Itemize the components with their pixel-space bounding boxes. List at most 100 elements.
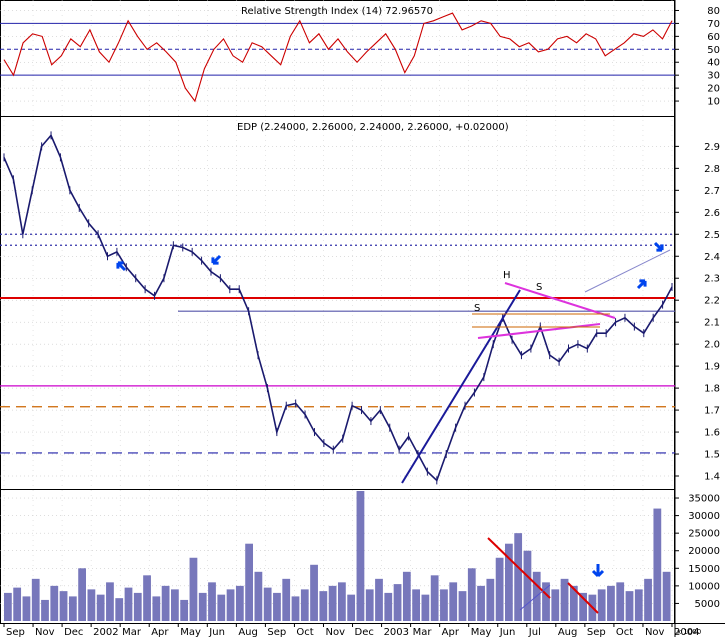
y-tick-label: 50 <box>707 45 720 56</box>
y-tick-label: 2.6 <box>704 208 720 219</box>
volume-bar <box>634 589 643 621</box>
price-panel <box>0 116 675 490</box>
volume-bar <box>644 578 652 621</box>
shoulder-label-left: S <box>474 303 480 314</box>
volume-bar <box>338 582 346 621</box>
x-tick-label: Dec <box>64 627 83 637</box>
y-tick-label: 1.9 <box>704 362 720 373</box>
y-tick-label: 20000 <box>688 546 720 557</box>
volume-bar <box>467 568 476 621</box>
y-tick-label: 30 <box>707 71 720 82</box>
volume-bar <box>208 582 216 621</box>
volume-bar <box>133 592 142 621</box>
volume-bar <box>319 591 328 621</box>
volume-bar <box>4 592 12 621</box>
y-tick-label: 1.4 <box>704 472 720 483</box>
y-tick-label: 1.7 <box>704 406 720 417</box>
x-tick-label: Apr <box>442 627 460 637</box>
volume-bar <box>282 578 291 621</box>
y-tick-label: 2.4 <box>704 252 720 263</box>
volume-bar <box>171 589 179 621</box>
x-tick-label: Sep <box>587 627 606 637</box>
volume-bar <box>235 585 244 621</box>
volume-bar <box>273 592 281 621</box>
x-tick-label: Nov <box>645 627 665 637</box>
volume-bar <box>13 587 22 621</box>
rsi-title: Relative Strength Index (14) 72.96570 <box>241 6 433 17</box>
volume-bar <box>78 568 86 621</box>
y-tick-label: 2.5 <box>704 230 720 241</box>
x-tick-label: May <box>180 627 201 637</box>
volume-bar <box>347 594 356 621</box>
volume-bar <box>560 578 569 621</box>
rsi-panel <box>0 0 675 117</box>
volume-bar <box>245 543 253 621</box>
price-title: EDP (2.24000, 2.26000, 2.24000, 2.26000,… <box>237 122 509 133</box>
volume-bar <box>41 599 49 621</box>
x-tick-label: Sep <box>6 627 25 637</box>
x-tick-label: Apr <box>151 627 169 637</box>
y-tick-label: 60 <box>707 32 720 43</box>
volume-bar <box>653 508 662 621</box>
x-tick-label: Aug <box>558 627 578 637</box>
volume-bar <box>161 585 170 621</box>
volume-bar <box>143 575 151 621</box>
x-tick-label: Mar <box>413 627 433 637</box>
volume-bar <box>486 578 495 621</box>
x-tick-label: May <box>471 627 492 637</box>
volume-bar <box>597 589 606 621</box>
volume-bar <box>198 592 207 621</box>
volume-bar <box>254 571 263 621</box>
x-tick-label: Jul <box>528 627 541 637</box>
volume-bar <box>152 596 161 621</box>
volume-bar <box>226 589 235 621</box>
x-tick-label: Mar <box>122 627 142 637</box>
x-tick-label: Nov <box>35 627 55 637</box>
volume-bar <box>180 599 189 621</box>
chart-container: S H S 10 20 30 40 50 60 70 80 1.4 1.5 1.6 1.7 1.8 1.9… <box>0 0 725 637</box>
volume-bar <box>616 582 625 621</box>
x-tick-label: Oct <box>616 627 633 637</box>
chart-svg: S H S 10 20 30 40 50 60 70 80 1.4 1.5 1.6 1.7 1.8 1.9… <box>0 0 725 637</box>
volume-bar <box>662 571 671 621</box>
y-tick-label: 5000 <box>695 599 720 610</box>
volume-bar <box>393 584 402 621</box>
volume-bar <box>87 589 96 621</box>
x-tick-label: Jun <box>499 627 516 637</box>
volume-bar <box>412 589 420 621</box>
volume-bar <box>189 557 198 621</box>
volume-bar <box>59 591 68 621</box>
y-tick-label: 2.8 <box>704 164 720 175</box>
y-tick-label: 2.2 <box>704 296 720 307</box>
volume-unit-label: x 1000 <box>677 628 701 636</box>
y-tick-label: 15000 <box>688 564 720 575</box>
volume-bar <box>458 591 467 621</box>
y-tick-label: 10000 <box>688 581 720 592</box>
volume-bar <box>607 585 615 621</box>
volume-bar <box>310 564 318 621</box>
volume-bar <box>356 491 365 621</box>
volume-bar <box>402 571 411 621</box>
x-tick-label: 2002 <box>93 627 118 637</box>
y-tick-label: 1.5 <box>704 450 720 461</box>
head-label: H <box>503 270 511 281</box>
x-tick-label: 2003 <box>384 627 409 637</box>
y-tick-label: 1.6 <box>704 428 720 439</box>
x-tick-label: Nov <box>325 627 345 637</box>
volume-bar <box>291 596 300 621</box>
volume-bar <box>328 585 337 621</box>
volume-bar <box>449 582 458 621</box>
volume-bar <box>421 594 430 621</box>
volume-bar <box>263 587 272 621</box>
x-tick-label: Oct <box>296 627 313 637</box>
y-tick-label: 2.1 <box>704 318 720 329</box>
volume-bar <box>22 596 31 621</box>
volume-bar <box>477 585 485 621</box>
volume-bar <box>384 592 393 621</box>
volume-bar <box>551 589 560 621</box>
y-tick-label: 2.0 <box>704 340 720 351</box>
y-tick-label: 10 <box>707 97 720 108</box>
y-tick-label: 70 <box>707 19 720 30</box>
volume-bar <box>124 587 133 621</box>
y-tick-label: 40 <box>707 58 720 69</box>
